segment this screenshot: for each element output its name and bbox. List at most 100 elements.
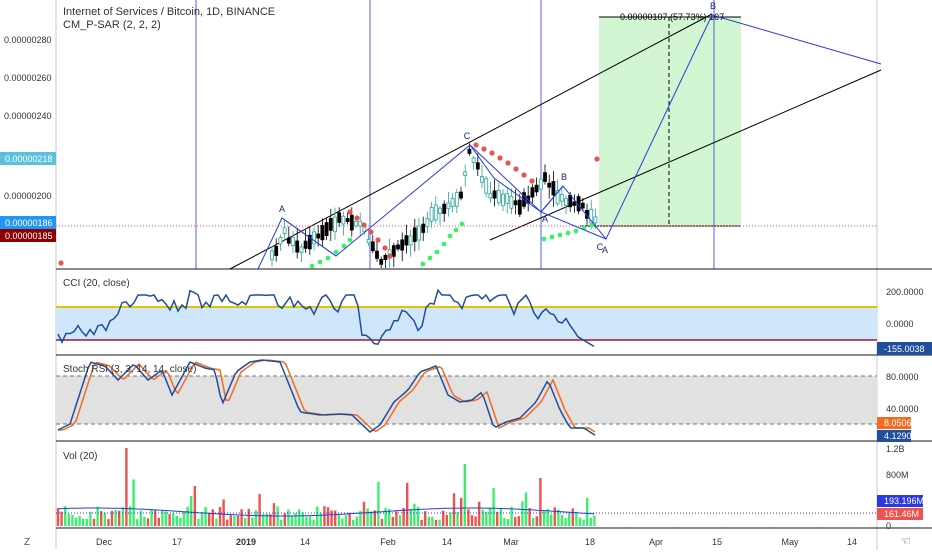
- volume-bar: [380, 519, 384, 526]
- sar-dot-down: [58, 260, 64, 266]
- volume-bar: [287, 509, 290, 526]
- candle: [400, 239, 405, 251]
- candle: [442, 203, 447, 214]
- pattern-label: A: [602, 245, 608, 255]
- candle: [328, 218, 333, 231]
- volume-bar: [517, 516, 520, 526]
- volume-bar: [460, 497, 463, 526]
- target-zone[interactable]: [599, 17, 741, 226]
- chart-canvas[interactable]: 0.00000107 (57.73%) 107 ACABCAB Internet…: [0, 0, 932, 550]
- volume-bar: [503, 517, 506, 526]
- candle: [383, 254, 388, 261]
- pattern-label: A: [279, 204, 285, 214]
- volume-bar: [470, 515, 474, 526]
- candle: [446, 202, 451, 210]
- volume-bar: [71, 514, 74, 526]
- volume-bar: [290, 515, 294, 526]
- candle: [270, 250, 274, 261]
- volume-bar: [362, 501, 366, 526]
- volume-bar: [150, 508, 153, 526]
- volume-bar: [337, 515, 340, 526]
- candle: [291, 236, 295, 246]
- candle: [454, 192, 459, 207]
- chart-window: 0.00000107 (57.73%) 107 ACABCAB Internet…: [0, 0, 932, 550]
- sar-dot-down: [521, 172, 527, 178]
- sar-dot-down: [513, 166, 519, 172]
- volume-bar: [431, 516, 434, 526]
- volume-bar: [550, 514, 553, 526]
- candle: [467, 148, 472, 154]
- candle: [547, 182, 552, 188]
- cci-band: [56, 307, 877, 340]
- volume-bar: [280, 519, 283, 526]
- volume-bar: [535, 516, 538, 526]
- sar-dot-up: [427, 255, 433, 261]
- time-label: Apr: [649, 537, 663, 547]
- candle: [564, 198, 568, 206]
- sar-dot-up: [453, 227, 459, 233]
- volume-bar: [236, 515, 240, 526]
- time-label: 18: [585, 537, 595, 547]
- volume-bar: [481, 509, 484, 526]
- stoch-d-badge: 4.1290: [884, 431, 912, 441]
- volume-bar: [186, 506, 189, 526]
- volume-bar: [240, 509, 243, 526]
- price-tick: 0.00000260: [4, 73, 52, 83]
- sar-dot-up: [347, 237, 353, 243]
- price-badge: 0.00000186: [5, 218, 53, 228]
- candle: [463, 171, 468, 177]
- volume-bar: [305, 516, 308, 526]
- candle: [496, 189, 501, 204]
- candle: [425, 218, 430, 227]
- candle: [354, 220, 358, 227]
- pattern-label: B: [561, 172, 567, 182]
- volume-bar: [125, 448, 128, 526]
- volume-bar: [258, 493, 261, 526]
- candle: [492, 190, 497, 199]
- volume-bar: [521, 501, 524, 526]
- volume-bar: [85, 519, 88, 526]
- volume-bar: [312, 519, 315, 526]
- candle: [391, 245, 396, 257]
- cci-tick-0: 0.0000: [886, 319, 914, 329]
- candle: [559, 194, 564, 202]
- volume-bar: [218, 506, 222, 526]
- stoch-tick-80: 80.0000: [886, 372, 919, 382]
- time-label: 14: [300, 537, 310, 547]
- volume-bar: [398, 515, 402, 526]
- candle: [475, 162, 480, 170]
- volume-bar: [121, 507, 124, 526]
- volume-bar: [434, 519, 438, 526]
- candle: [580, 202, 585, 209]
- volume-bar: [143, 517, 146, 526]
- sar-dot-down: [368, 229, 374, 235]
- volume-bar: [427, 516, 430, 526]
- sar-dot-up: [549, 234, 555, 240]
- volume-bar: [478, 501, 481, 526]
- volume-bar: [542, 510, 546, 526]
- candle: [551, 181, 556, 196]
- candle: [282, 227, 287, 235]
- volume-label: Vol (20): [63, 451, 97, 462]
- volume-bar: [204, 507, 207, 526]
- time-label: Feb: [380, 537, 396, 547]
- volume-bar: [107, 519, 110, 526]
- measure-label: 0.00000107 (57.73%) 107: [620, 12, 724, 22]
- volume-bar: [506, 519, 510, 526]
- volume-bar: [485, 511, 488, 526]
- zoom-reset-icon[interactable]: Z: [24, 537, 30, 548]
- sar-dot-up: [541, 236, 547, 242]
- volume-bar: [488, 507, 492, 526]
- candle: [421, 223, 426, 233]
- volume-bar: [391, 516, 394, 526]
- sar-dot-up: [447, 233, 453, 239]
- volume-bar: [164, 511, 168, 526]
- hand-icon[interactable]: ☜: [900, 534, 911, 548]
- volume-bar: [456, 511, 459, 526]
- volume-bar: [463, 464, 466, 526]
- candle: [484, 178, 489, 194]
- candle: [349, 214, 354, 231]
- volume-bar: [395, 511, 398, 526]
- candle: [299, 246, 304, 254]
- candle: [593, 216, 598, 224]
